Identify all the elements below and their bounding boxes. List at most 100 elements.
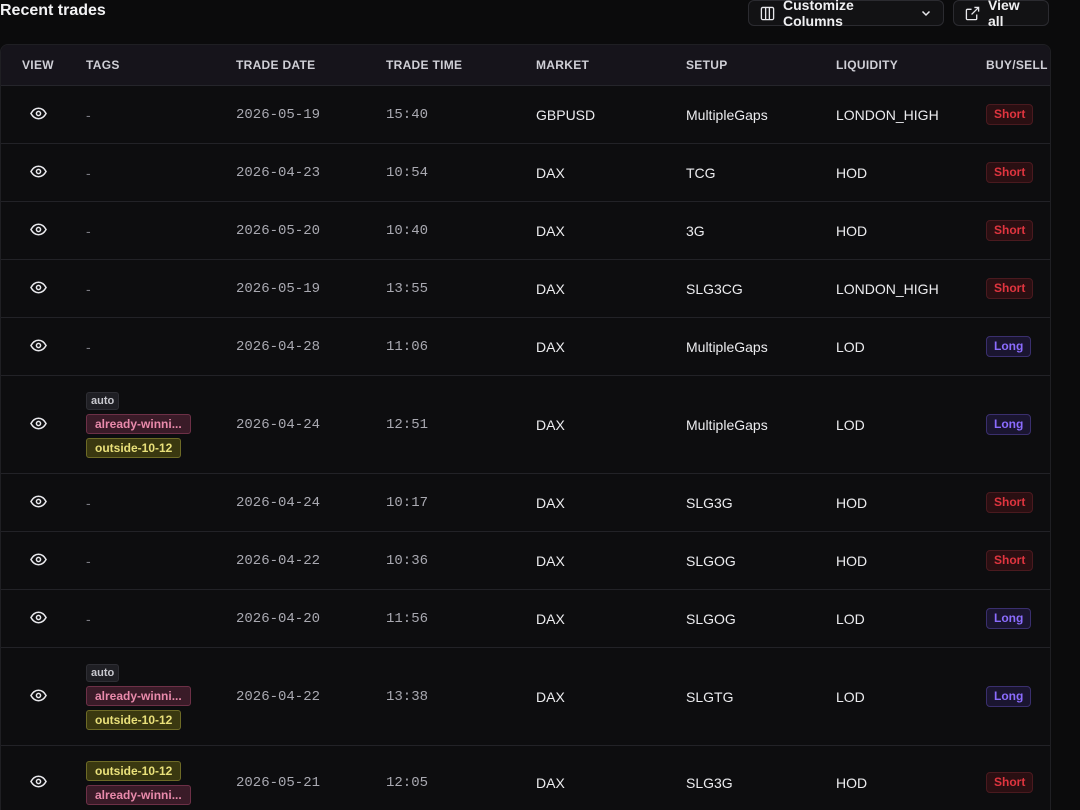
view-trade-button[interactable] (27, 318, 49, 375)
column-header-buy-sell[interactable]: BUY/SELL (986, 58, 1048, 72)
view-trade-button[interactable] (27, 532, 49, 589)
view-all-button[interactable]: View all (953, 0, 1049, 29)
tag-badge[interactable]: auto (86, 663, 120, 682)
trade-time: 10:36 (386, 552, 429, 569)
chevron-down-icon (920, 7, 932, 19)
buy-sell-cell: Short (986, 144, 1034, 201)
view-trade-button[interactable] (27, 474, 49, 531)
liquidity: LOD (836, 416, 865, 433)
column-header-liquidity[interactable]: LIQUIDITY (836, 58, 898, 72)
tags-cell: - (86, 532, 226, 589)
market: DAX (536, 774, 565, 791)
tag-badge[interactable]: outside-10-12 (86, 760, 182, 781)
column-header-tags[interactable]: TAGS (86, 58, 120, 72)
view-all-label: View all (988, 0, 1020, 29)
market: DAX (536, 494, 565, 511)
market: DAX (536, 280, 565, 297)
view-trade-button[interactable] (27, 202, 49, 259)
empty-tags: - (86, 338, 91, 355)
recent-trades-panel: Recent trades Customize Columns View all… (0, 0, 1080, 810)
column-header-trade-time[interactable]: TRADE TIME (386, 58, 462, 72)
customize-columns-label: Customize Columns (783, 0, 854, 29)
table-row[interactable]: outside-10-12 already-winni... 2026-05-21… (1, 746, 1050, 810)
tag-badge[interactable]: outside-10-12 (86, 709, 182, 730)
setup: SLGOG (686, 610, 736, 627)
tag-badge[interactable]: already-winni... (86, 784, 191, 805)
side-badge: Short (986, 492, 1034, 513)
trade-date: 2026-04-22 (236, 688, 321, 705)
eye-icon (29, 339, 47, 355)
view-trade-button[interactable] (27, 746, 49, 810)
tags-cell: - (86, 202, 226, 259)
table-row[interactable]: - 2026-04-24 10:17 DAX SLG3G HOD Short (1, 474, 1050, 532)
side-badge: Short (986, 220, 1034, 241)
trade-time: 12:51 (386, 416, 429, 433)
view-trade-button[interactable] (27, 590, 49, 647)
tags-cell: - (86, 260, 226, 317)
table-row[interactable]: - 2026-04-22 10:36 DAX SLGOG HOD Short (1, 532, 1050, 590)
tags-cell: - (86, 474, 226, 531)
view-trade-button[interactable] (27, 376, 49, 473)
tag-badge[interactable]: already-winni... (86, 413, 191, 434)
view-trade-button[interactable] (27, 144, 49, 201)
liquidity: HOD (836, 774, 868, 791)
trade-date: 2026-05-20 (236, 222, 321, 239)
column-header-setup[interactable]: SETUP (686, 58, 728, 72)
external-link-icon (965, 6, 980, 21)
column-header-market[interactable]: MARKET (536, 58, 589, 72)
trade-time: 11:06 (386, 338, 429, 355)
setup: MultipleGaps (686, 106, 768, 123)
market: DAX (536, 222, 565, 239)
eye-icon (29, 165, 47, 181)
tags-cell: - (86, 86, 226, 143)
view-trade-button[interactable] (27, 260, 49, 317)
trade-date: 2026-04-22 (236, 552, 321, 569)
setup: SLG3G (686, 774, 733, 791)
tag-badge[interactable]: auto (86, 391, 120, 410)
column-header-view[interactable]: VIEW (22, 58, 54, 72)
empty-tags: - (86, 494, 91, 511)
trade-date: 2026-05-21 (236, 774, 321, 791)
table-row[interactable]: auto already-winni... outside-10-12 2026-0… (1, 648, 1050, 746)
view-trade-button[interactable] (27, 648, 49, 745)
trade-date: 2026-05-19 (236, 280, 321, 297)
table-row[interactable]: - 2026-04-23 10:54 DAX TCG HOD Short (1, 144, 1050, 202)
table-row[interactable]: auto already-winni... outside-10-12 2026-0… (1, 376, 1050, 474)
trades-table: VIEW TAGS TRADE DATE TRADE TIME MARKET S… (0, 44, 1051, 810)
tags-cell: - (86, 590, 226, 647)
trade-time: 11:56 (386, 610, 429, 627)
liquidity: LONDON_HIGH (836, 280, 939, 297)
empty-tags: - (86, 222, 91, 239)
customize-columns-button[interactable]: Customize Columns (748, 0, 944, 29)
table-row[interactable]: - 2026-05-19 15:40 GBPUSD MultipleGaps L… (1, 86, 1050, 144)
setup: SLG3CG (686, 280, 743, 297)
trade-date: 2026-04-24 (236, 494, 321, 511)
buy-sell-cell: Short (986, 532, 1034, 589)
side-badge: Short (986, 772, 1034, 793)
buy-sell-cell: Long (986, 590, 1032, 647)
tag-badge[interactable]: already-winni... (86, 685, 191, 706)
liquidity: HOD (836, 494, 868, 511)
panel-header: Recent trades Customize Columns View all (0, 0, 1080, 40)
side-badge: Short (986, 162, 1034, 183)
table-row[interactable]: - 2026-04-28 11:06 DAX MultipleGaps LOD … (1, 318, 1050, 376)
tag-badge[interactable]: outside-10-12 (86, 437, 182, 458)
empty-tags: - (86, 106, 91, 123)
view-trade-button[interactable] (27, 86, 49, 143)
market: DAX (536, 164, 565, 181)
trade-date: 2026-05-19 (236, 106, 321, 123)
table-row[interactable]: - 2026-05-20 10:40 DAX 3G HOD Short (1, 202, 1050, 260)
tags-cell: - (86, 144, 226, 201)
trade-time: 13:55 (386, 280, 429, 297)
column-header-trade-date[interactable]: TRADE DATE (236, 58, 315, 72)
liquidity: LOD (836, 338, 865, 355)
trade-date: 2026-04-23 (236, 164, 321, 181)
tags-cell: auto already-winni... outside-10-12 (86, 376, 226, 473)
table-row[interactable]: - 2026-04-20 11:56 DAX SLGOG LOD Long (1, 590, 1050, 648)
tags-cell: outside-10-12 already-winni... (86, 746, 226, 810)
trade-date: 2026-04-20 (236, 610, 321, 627)
table-row[interactable]: - 2026-05-19 13:55 DAX SLG3CG LONDON_HIG… (1, 260, 1050, 318)
eye-icon (29, 281, 47, 297)
market: DAX (536, 552, 565, 569)
table-body: - 2026-05-19 15:40 GBPUSD MultipleGaps L… (1, 86, 1050, 810)
